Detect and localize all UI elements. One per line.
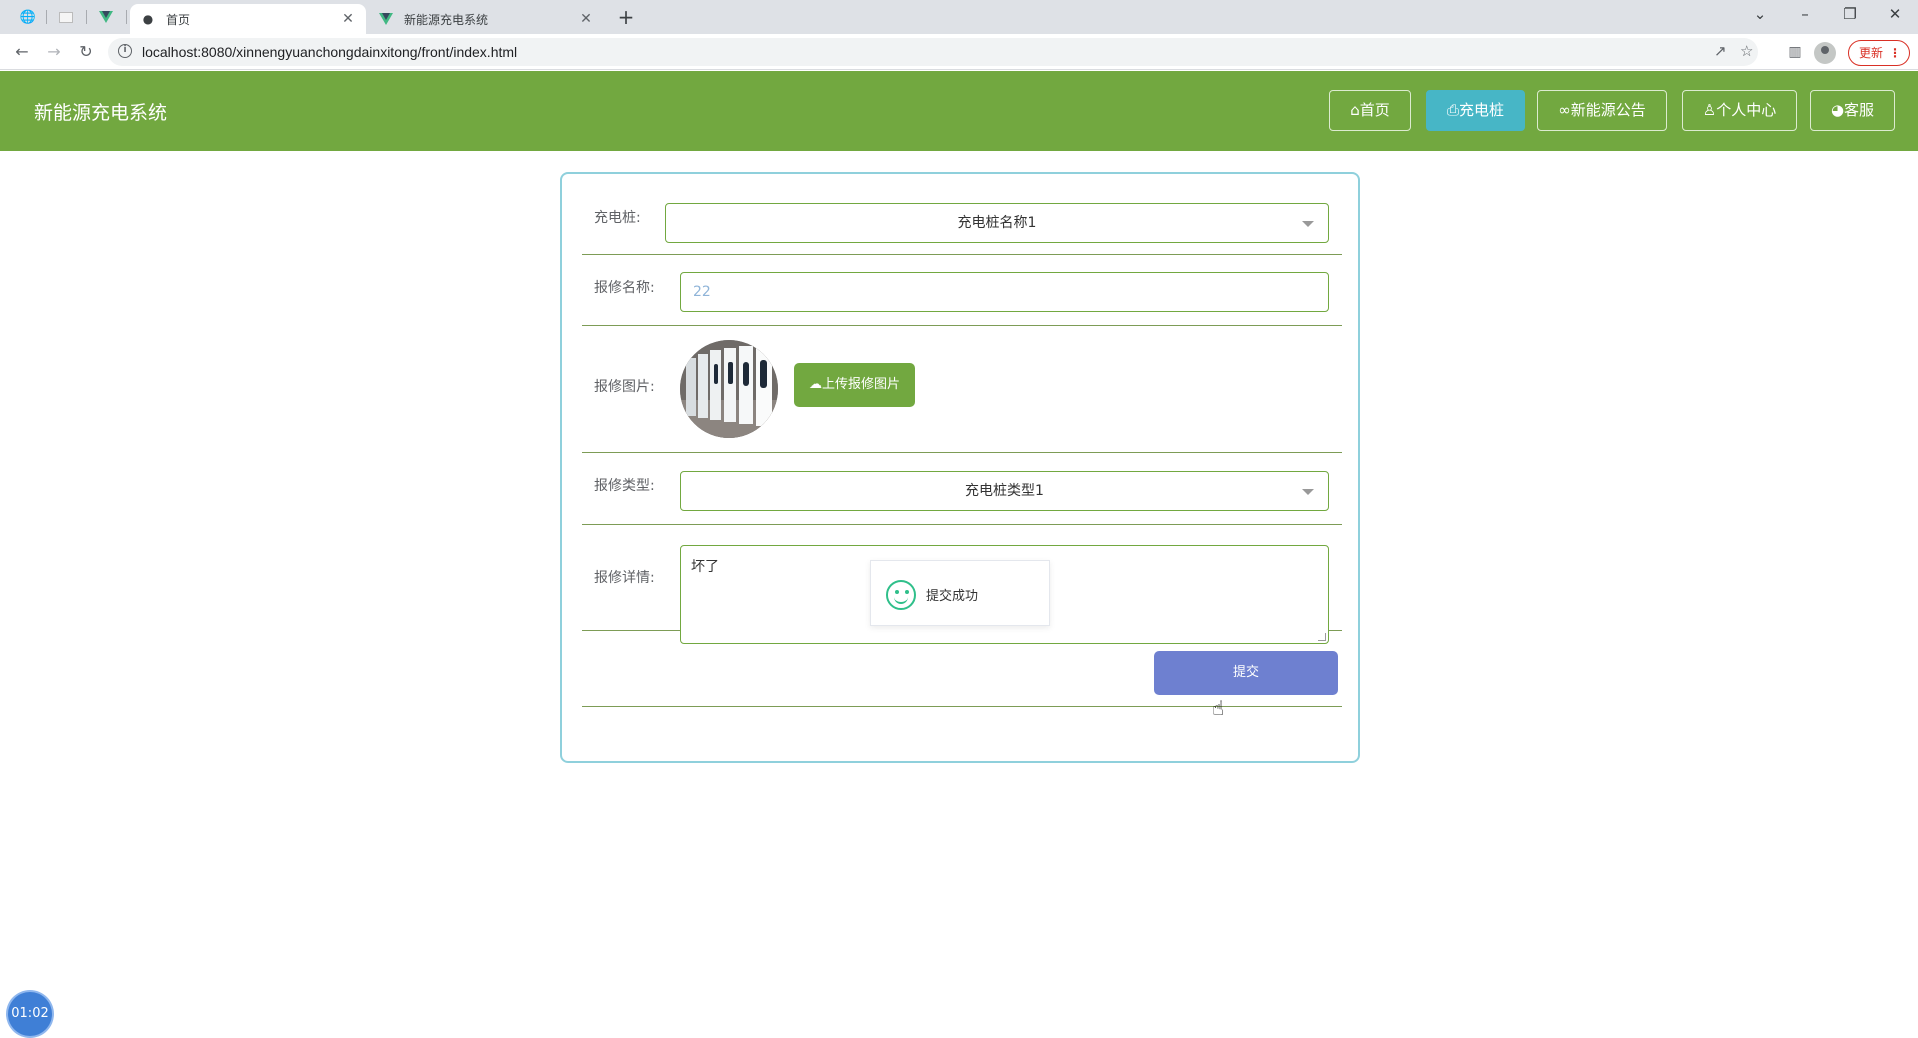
success-toast: 提交成功 (870, 560, 1050, 626)
printer-icon: ⎙ (1446, 101, 1459, 119)
nav-announcement-label: 新能源公告 (1570, 101, 1646, 119)
close-tab-icon[interactable]: ✕ (578, 11, 594, 27)
submit-button[interactable]: 提交 (1154, 651, 1338, 695)
browser-tab-bar: 🌐 ● 首页 ✕ 新能源充电系统 ✕ + ⌄ – ❐ ✕ (0, 0, 1918, 34)
tab-divider (86, 10, 87, 24)
station-select-value: 充电桩名称1 (957, 215, 1037, 231)
repair-name-label: 报修名称: (594, 280, 655, 296)
upload-image-label: 上传报修图片 (821, 377, 900, 392)
repair-detail-label: 报修详情: (594, 570, 655, 586)
form-row-repair-type: 报修类型: 充电桩类型1 (582, 453, 1342, 525)
pinned-tab-blank[interactable] (52, 5, 80, 29)
repair-image-label: 报修图片: (594, 379, 655, 395)
nav-charging-station[interactable]: ⎙充电桩 (1426, 90, 1525, 131)
repair-name-input[interactable]: 22 (680, 272, 1329, 312)
share-icon[interactable]: ↗ (1714, 42, 1727, 60)
nav-home[interactable]: ⌂首页 (1329, 90, 1411, 131)
repair-type-label: 报修类型: (594, 478, 655, 494)
form-row-repair-image: 报修图片: ☁上传报修图片 (582, 326, 1342, 453)
headset-icon: ◕ (1830, 101, 1845, 119)
link-icon: ∞ (1558, 101, 1571, 119)
vue-logo-icon (378, 11, 394, 27)
url-text[interactable]: localhost:8080/xinnengyuanchongdainxiton… (142, 44, 517, 60)
tab-home[interactable]: ● 首页 ✕ (130, 4, 366, 34)
star-icon[interactable]: ☆ (1740, 42, 1753, 60)
smile-icon (886, 580, 916, 610)
chevron-down-icon (1302, 221, 1314, 227)
nav-personal-center-label: 个人中心 (1716, 101, 1777, 119)
form-row-submit: 提交 (582, 631, 1342, 707)
station-label: 充电桩: (594, 210, 641, 226)
form-row-station: 充电桩: 充电桩名称1 (582, 174, 1342, 255)
hand-cursor-icon: ☝ (1212, 696, 1225, 720)
profile-avatar-icon[interactable] (1814, 42, 1836, 64)
repair-form: 充电桩: 充电桩名称1 报修名称: 22 报修图片: ☁上传报修图片 报修类型:… (560, 172, 1360, 763)
pinned-tab-globe[interactable]: 🌐 (14, 5, 42, 29)
tab-app[interactable]: 新能源充电系统 ✕ (368, 4, 604, 34)
reload-icon[interactable]: ↻ (74, 40, 98, 64)
tab-title: 新能源充电系统 (404, 12, 489, 27)
form-row-repair-name: 报修名称: 22 (582, 255, 1342, 326)
app-header: 新能源充电系统 ⌂首页 ⎙充电桩 ∞新能源公告 ♙个人中心 ◕客服 (0, 71, 1918, 151)
minimize-icon[interactable]: – (1785, 0, 1825, 30)
new-tab-button[interactable]: + (614, 5, 638, 29)
forward-icon[interactable]: → (42, 40, 66, 64)
update-button[interactable]: 更新 ⋮ (1848, 40, 1910, 66)
repair-image-thumbnail[interactable] (680, 340, 778, 438)
upload-image-button[interactable]: ☁上传报修图片 (794, 363, 915, 407)
repair-type-select-value: 充电桩类型1 (965, 483, 1044, 499)
tab-title: 首页 (166, 12, 191, 27)
home-icon: ⌂ (1350, 101, 1360, 119)
globe-icon: ● (142, 12, 154, 26)
vue-logo-icon (99, 11, 113, 23)
more-menu-icon[interactable]: ⋮ (1889, 41, 1901, 65)
nav-customer-service[interactable]: ◕客服 (1810, 90, 1895, 131)
update-label: 更新 (1859, 46, 1884, 60)
cloud-upload-icon: ☁ (808, 377, 822, 392)
user-icon: ♙ (1702, 101, 1717, 119)
address-toolbar: ← → ↻ i localhost:8080/xinnengyuanchongd… (0, 34, 1918, 70)
nav-charging-station-label: 充电桩 (1459, 101, 1505, 119)
info-icon[interactable]: i (118, 44, 132, 58)
submit-label: 提交 (1232, 665, 1259, 680)
nav-personal-center[interactable]: ♙个人中心 (1682, 90, 1797, 131)
nav-home-label: 首页 (1359, 101, 1390, 119)
chevron-down-icon[interactable]: ⌄ (1740, 0, 1780, 30)
repair-type-select[interactable]: 充电桩类型1 (680, 471, 1329, 511)
back-icon[interactable]: ← (10, 40, 34, 64)
timer-badge[interactable]: 01:02 (8, 992, 52, 1036)
url-bar[interactable]: i localhost:8080/xinnengyuanchongdainxit… (108, 38, 1758, 66)
repair-name-value: 22 (693, 284, 711, 300)
tab-divider (46, 10, 47, 24)
nav-customer-service-label: 客服 (1844, 101, 1875, 119)
close-tab-icon[interactable]: ✕ (340, 11, 356, 27)
tab-divider (126, 10, 127, 24)
toast-message: 提交成功 (926, 589, 979, 604)
restore-icon[interactable]: ❐ (1830, 0, 1870, 30)
charging-station-photo (680, 340, 778, 438)
nav-announcement[interactable]: ∞新能源公告 (1537, 90, 1667, 131)
pinned-tab-vue[interactable] (92, 5, 120, 29)
page-icon (59, 11, 73, 23)
chevron-down-icon (1302, 489, 1314, 495)
globe-icon: 🌐 (19, 9, 37, 25)
station-select[interactable]: 充电桩名称1 (665, 203, 1329, 243)
repair-detail-value: 坏了 (691, 559, 719, 575)
site-title: 新能源充电系统 (34, 102, 168, 124)
side-panel-icon[interactable]: ▥ (1785, 42, 1805, 62)
close-icon[interactable]: ✕ (1875, 0, 1915, 30)
